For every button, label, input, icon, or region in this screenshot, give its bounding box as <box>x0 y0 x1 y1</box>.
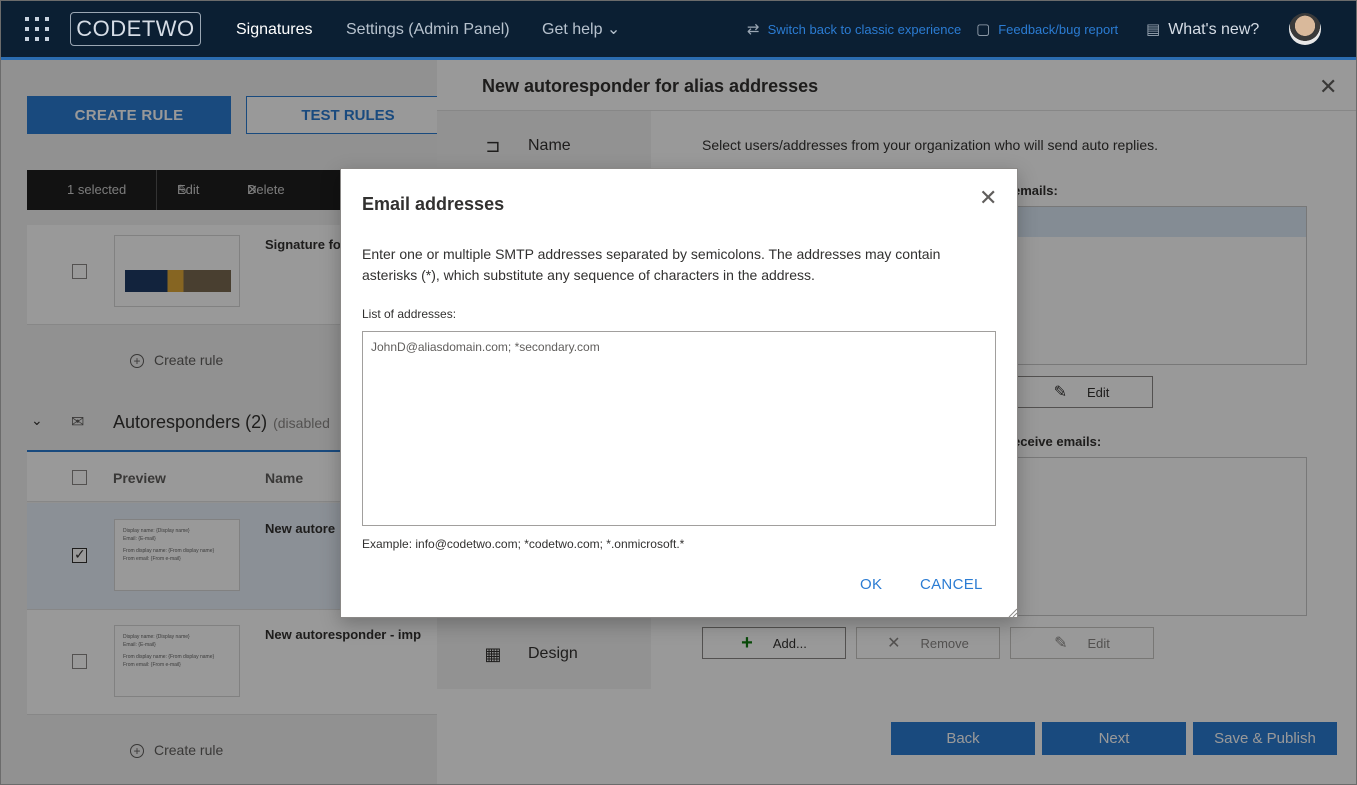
feedback-label: Feedback/bug report <box>998 22 1119 37</box>
whats-new-label: What's new? <box>1168 21 1260 38</box>
email-addresses-dialog: Email addresses ✕ Enter one or multiple … <box>340 168 1018 618</box>
codetwo-logo[interactable]: CODETWO <box>70 12 201 46</box>
switch-classic-link[interactable]: ⇄ Switch back to classic experience <box>747 0 961 60</box>
dialog-title: Email addresses <box>362 194 505 214</box>
ok-button[interactable]: OK <box>860 576 882 593</box>
feedback-icon: ▢ <box>976 21 991 38</box>
whats-new-link[interactable]: ▤ What's new? <box>1146 0 1259 60</box>
example-text: Example: info@codetwo.com; *codetwo.com;… <box>362 537 685 551</box>
nav-signatures[interactable]: Signatures <box>218 0 331 60</box>
nav-settings[interactable]: Settings (Admin Panel) <box>346 0 510 60</box>
list-of-addresses-label: List of addresses: <box>362 307 457 321</box>
dialog-description: Enter one or multiple SMTP addresses sep… <box>362 246 941 283</box>
switch-icon: ⇄ <box>747 21 760 38</box>
cancel-button[interactable]: CANCEL <box>920 576 983 593</box>
top-navigation-bar: CODETWO Signatures Settings (Admin Panel… <box>0 0 1357 60</box>
addresses-textarea[interactable]: JohnD@aliasdomain.com; *secondary.com <box>362 331 996 526</box>
feedback-link[interactable]: ▢ Feedback/bug report <box>976 0 1118 60</box>
nav-get-help[interactable]: Get help ⌄ <box>542 0 620 60</box>
avatar[interactable] <box>1289 13 1321 45</box>
close-icon[interactable]: ✕ <box>979 185 997 211</box>
waffle-icon[interactable] <box>25 17 49 41</box>
news-icon: ▤ <box>1146 21 1161 38</box>
switch-classic-label: Switch back to classic experience <box>767 22 962 37</box>
resize-grip-icon[interactable] <box>1007 607 1017 617</box>
